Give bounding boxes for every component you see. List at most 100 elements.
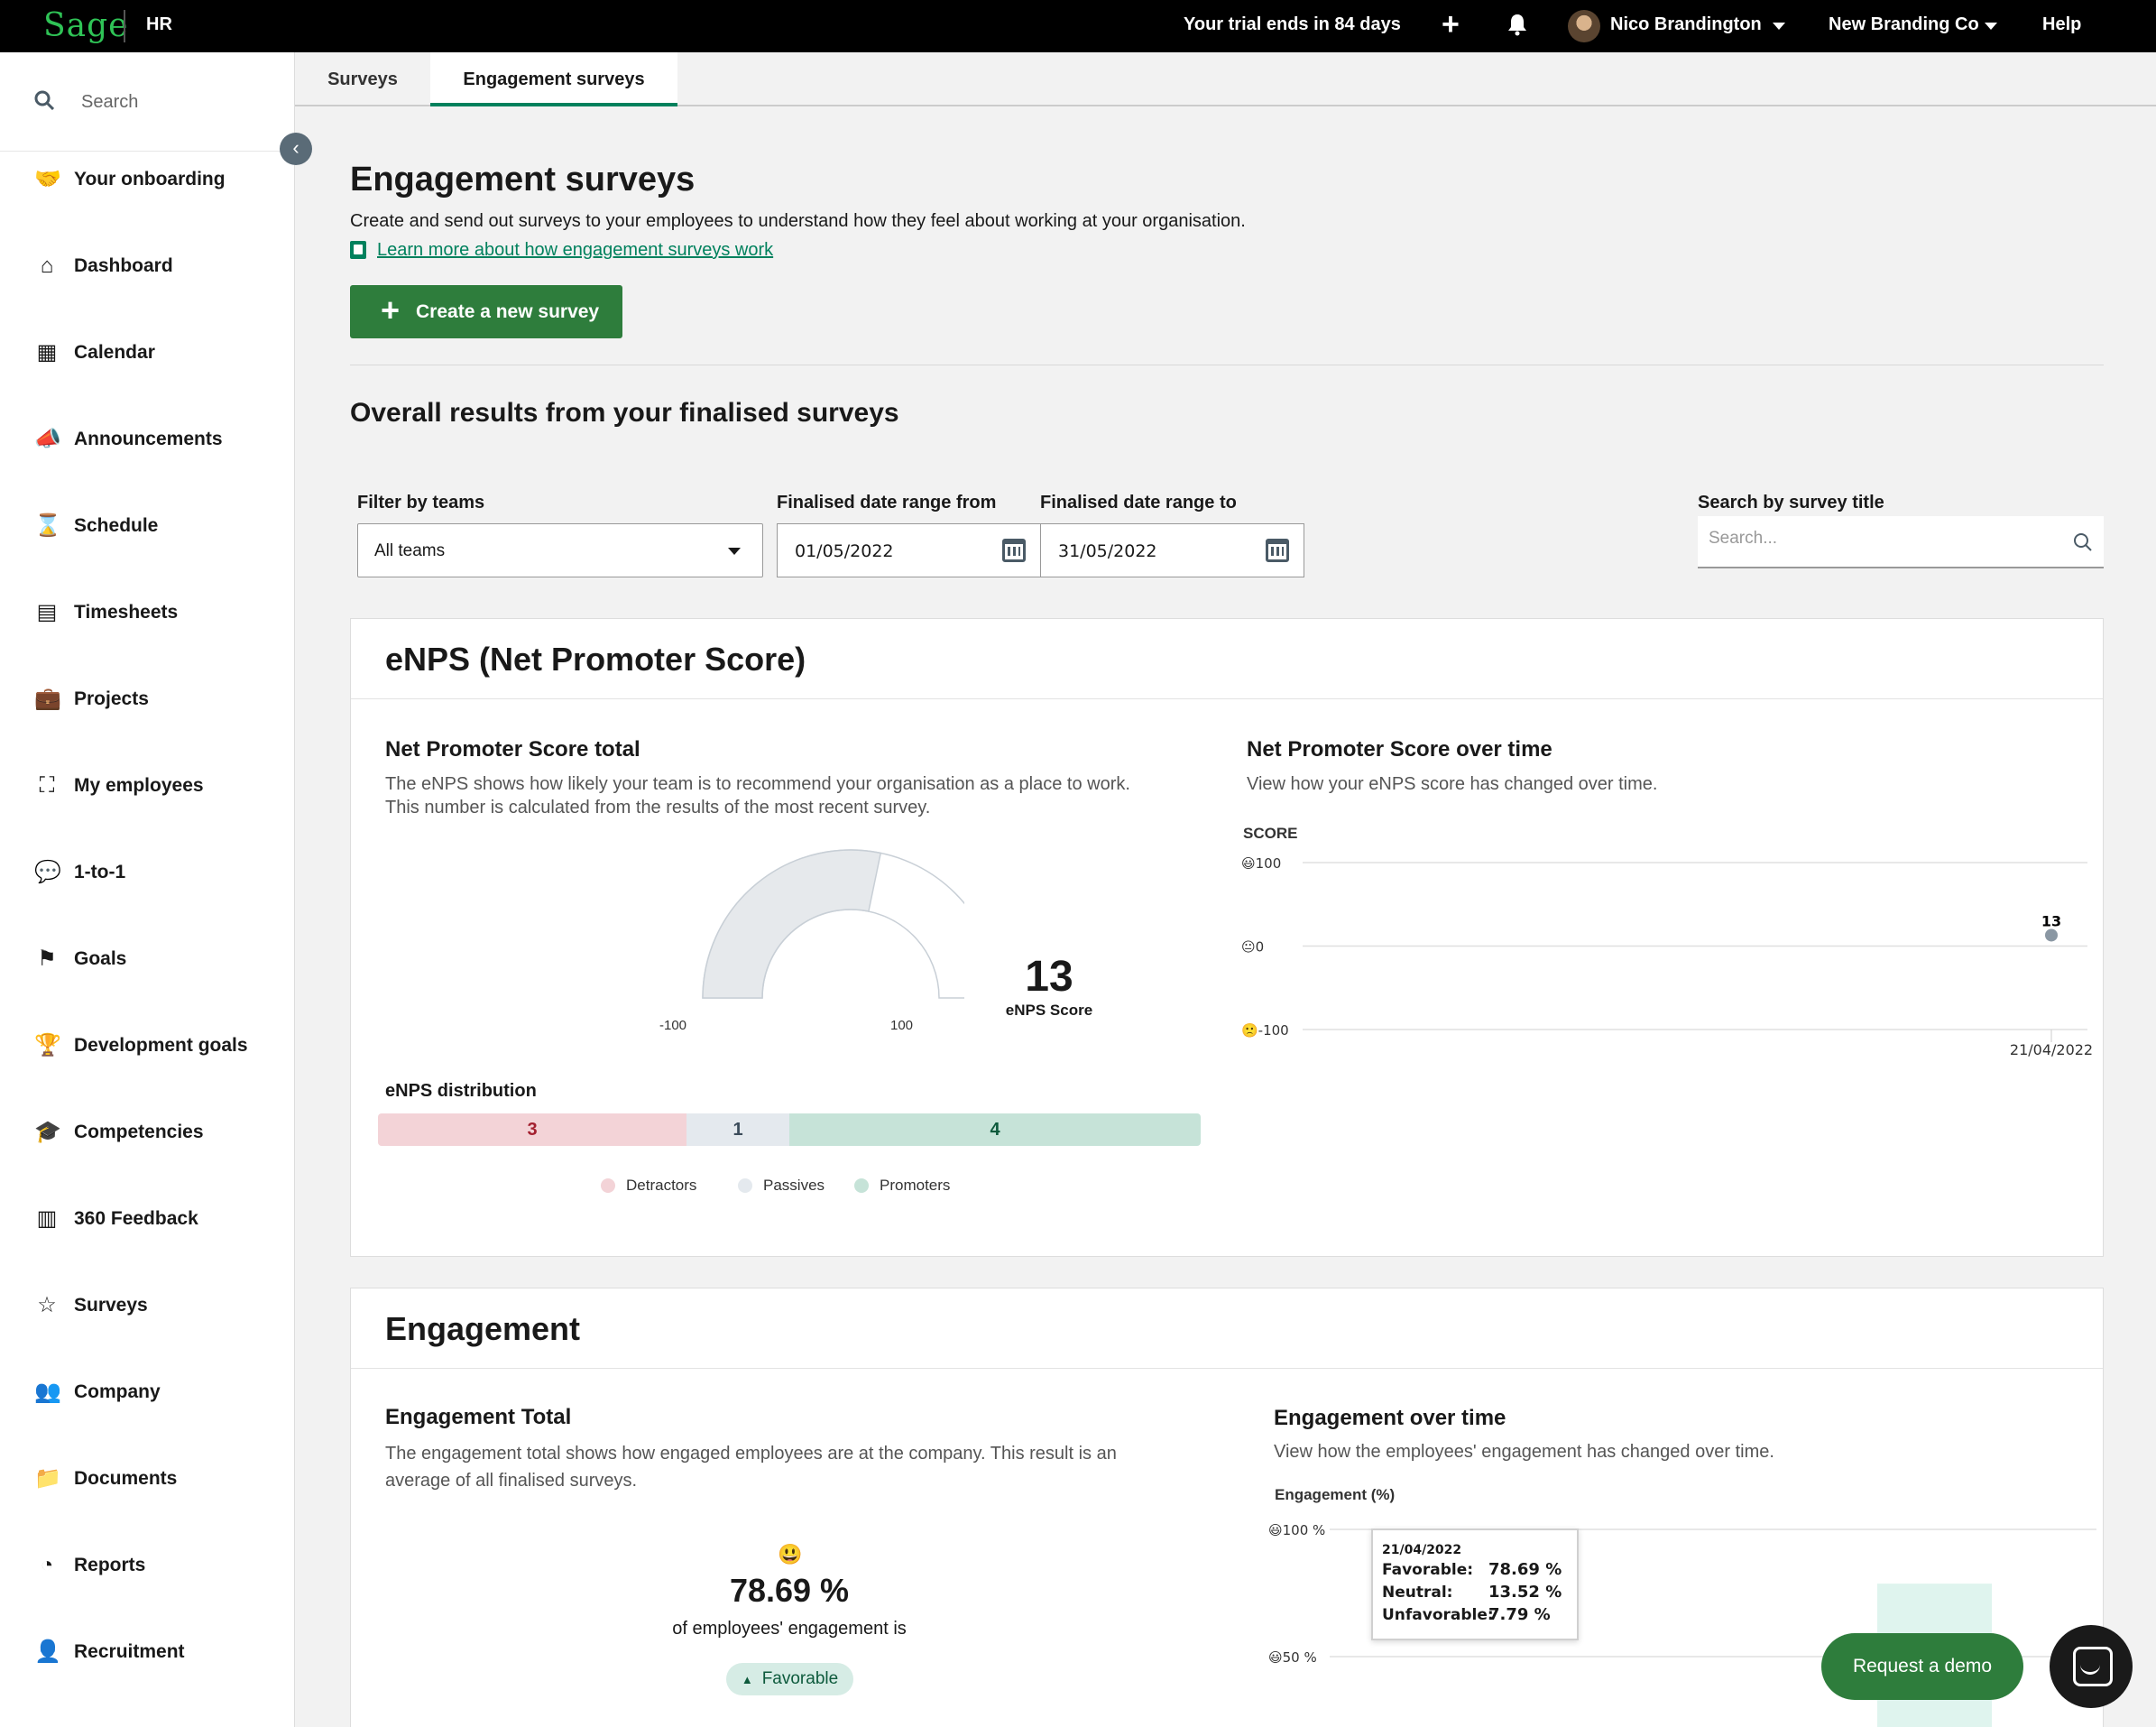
star-icon: ☆ bbox=[37, 1293, 57, 1317]
tooltip-date: 21/04/2022 bbox=[1382, 1543, 1462, 1557]
smiley-icon: 😃 bbox=[778, 1543, 803, 1565]
sidebar-item-announcements[interactable]: 📣 Announcements bbox=[0, 412, 294, 466]
enps-gauge bbox=[702, 849, 964, 999]
sidebar-item-label: Announcements bbox=[74, 429, 223, 449]
tooltip-unfavorable-value: 7.79 % bbox=[1488, 1605, 1551, 1624]
sidebar-item-1-to-1[interactable]: 💬 1-to-1 bbox=[0, 845, 294, 900]
sidebar-item-label: Your onboarding bbox=[74, 169, 226, 189]
plus-icon: + bbox=[381, 291, 401, 328]
sidebar-item-reports[interactable]: ◔ Reports bbox=[0, 1538, 294, 1593]
gauge-min-label: -100 bbox=[659, 1018, 687, 1033]
tab-surveys[interactable]: Surveys bbox=[295, 52, 430, 106]
date-from-label: Finalised date range from bbox=[777, 493, 997, 513]
trophy-icon: 🏆 bbox=[34, 1033, 61, 1057]
engagement-total-subtext: of employees' engagement is bbox=[672, 1619, 907, 1639]
results-title: Overall results from your finalised surv… bbox=[350, 398, 899, 428]
sidebar-item-surveys[interactable]: ☆ Surveys bbox=[0, 1279, 294, 1333]
create-survey-label: Create a new survey bbox=[416, 301, 600, 322]
sidebar-search[interactable]: Search bbox=[0, 52, 294, 152]
sidebar-item-calendar[interactable]: ▦ Calendar bbox=[0, 326, 294, 380]
search-icon bbox=[34, 90, 54, 110]
sidebar-item-schedule[interactable]: ⌛ Schedule bbox=[0, 499, 294, 553]
sidebar-item-label: Company bbox=[74, 1381, 161, 1402]
legend-promoters: Promoters bbox=[854, 1177, 950, 1195]
sidebar-item-label: 360 Feedback bbox=[74, 1208, 198, 1229]
company-chevron-down-icon[interactable] bbox=[1985, 23, 1997, 30]
enps-axis-title: SCORE bbox=[1243, 825, 1298, 842]
sidebar-item-documents[interactable]: 📁 Documents bbox=[0, 1452, 294, 1506]
enps-data-point[interactable] bbox=[2045, 928, 2058, 942]
sidebar-item-label: Goals bbox=[74, 948, 127, 969]
date-from-field[interactable]: 01/05/2022 bbox=[777, 523, 1041, 577]
org-chart-icon: ⛶ bbox=[39, 773, 55, 798]
survey-search-input[interactable] bbox=[1709, 529, 2051, 549]
page-description: Create and send out surveys to your empl… bbox=[350, 211, 1246, 231]
book-icon bbox=[350, 241, 366, 259]
gauge-max-label: 100 bbox=[890, 1018, 914, 1033]
sidebar-item-label: Documents bbox=[74, 1468, 178, 1489]
engagement-chart-tooltip: 21/04/2022 Favorable: 78.69 % Neutral: 1… bbox=[1371, 1528, 1579, 1640]
engagement-total-desc-line1: The engagement total shows how engaged e… bbox=[385, 1444, 1117, 1464]
hourglass-icon: ⌛ bbox=[34, 513, 61, 538]
request-demo-button[interactable]: Request a demo bbox=[1821, 1633, 2023, 1700]
sidebar-item-competencies[interactable]: 🎓 Competencies bbox=[0, 1105, 294, 1159]
create-survey-button[interactable]: + Create a new survey bbox=[350, 285, 622, 338]
engagement-card-header: Engagement bbox=[351, 1288, 2103, 1369]
filter-teams-value: All teams bbox=[374, 541, 446, 560]
sidebar-item-development-goals[interactable]: 🏆 Development goals bbox=[0, 1019, 294, 1073]
quick-add-icon[interactable]: + bbox=[1442, 9, 1460, 40]
filter-teams-select[interactable]: All teams bbox=[357, 523, 763, 577]
date-to-label: Finalised date range to bbox=[1040, 493, 1237, 513]
company-switcher[interactable]: New Branding Co bbox=[1829, 14, 1979, 35]
pie-chart-icon: ◔ bbox=[40, 1553, 54, 1577]
sidebar-item-dashboard[interactable]: ⌂ Dashboard bbox=[0, 239, 294, 293]
sidebar-item-label: Projects bbox=[74, 688, 149, 709]
user-menu[interactable]: Nico Brandington bbox=[1610, 14, 1762, 35]
user-menu-chevron-down-icon[interactable] bbox=[1773, 23, 1785, 30]
help-link[interactable]: Help bbox=[2042, 14, 2081, 35]
enps-card-header: eNPS (Net Promoter Score) bbox=[351, 619, 2103, 699]
tab-engagement-surveys[interactable]: Engagement surveys bbox=[430, 52, 677, 106]
y-tick-label: 😃100 bbox=[1241, 855, 1281, 872]
legend-passives: Passives bbox=[738, 1177, 825, 1195]
search-icon[interactable] bbox=[2073, 532, 2093, 552]
learn-more-link[interactable]: Learn more about how engagement surveys … bbox=[377, 240, 773, 261]
tooltip-favorable-label: Favorable: bbox=[1382, 1561, 1474, 1579]
briefcase-icon: 💼 bbox=[34, 687, 61, 711]
sage-logo[interactable]: Sage bbox=[43, 7, 128, 44]
engagement-card-title: Engagement bbox=[385, 1310, 581, 1347]
calendar-icon[interactable] bbox=[1002, 539, 1026, 562]
date-to-field[interactable]: 31/05/2022 bbox=[1040, 523, 1304, 577]
enps-score-value: 13 bbox=[1025, 953, 1073, 1001]
tooltip-unfavorable-label: Unfavorable: bbox=[1382, 1606, 1494, 1624]
chevron-down-icon bbox=[728, 548, 741, 555]
enps-distribution-bar: 314 bbox=[378, 1113, 1201, 1146]
engagement-over-time-title: Engagement over time bbox=[1274, 1406, 1506, 1430]
collapse-sidebar-button[interactable]: ‹ bbox=[280, 133, 312, 165]
sidebar-item-your-onboarding[interactable]: 🤝 Your onboarding bbox=[0, 152, 294, 207]
x-tick-label: 21/04/2022 bbox=[2010, 1041, 2093, 1058]
sidebar-item-goals[interactable]: ⚑ Goals bbox=[0, 932, 294, 986]
user-avatar[interactable] bbox=[1568, 10, 1600, 42]
distribution-segment-detractors: 3 bbox=[378, 1113, 686, 1146]
sidebar-search-input[interactable]: Search bbox=[81, 92, 138, 113]
sidebar-item-projects[interactable]: 💼 Projects bbox=[0, 672, 294, 726]
trial-notice[interactable]: Your trial ends in 84 days bbox=[1184, 14, 1401, 35]
legend-passives-label: Passives bbox=[763, 1177, 825, 1194]
page-title: Engagement surveys bbox=[350, 161, 696, 199]
tab-bar: Surveys Engagement surveys bbox=[295, 52, 2156, 106]
calendar-icon[interactable] bbox=[1266, 539, 1289, 562]
date-from-value: 01/05/2022 bbox=[795, 541, 894, 561]
sidebar-item-recruitment[interactable]: 👤 Recruitment bbox=[0, 1625, 294, 1679]
sidebar-item-my-employees[interactable]: ⛶ My employees bbox=[0, 759, 294, 813]
user-plus-icon: 👤 bbox=[34, 1639, 61, 1664]
sidebar-item-360-feedback[interactable]: ▥ 360 Feedback bbox=[0, 1192, 294, 1246]
handshake-icon: 🤝 bbox=[34, 167, 61, 191]
sidebar-item-company[interactable]: 👥 Company bbox=[0, 1365, 294, 1419]
megaphone-icon: 📣 bbox=[34, 427, 61, 451]
chat-launcher-icon[interactable] bbox=[2050, 1625, 2133, 1708]
engagement-total-desc-line2: average of all finalised surveys. bbox=[385, 1471, 638, 1491]
sidebar-item-timesheets[interactable]: ▤ Timesheets bbox=[0, 586, 294, 640]
notifications-bell-icon[interactable] bbox=[1506, 13, 1528, 36]
legend-detractors: Detractors bbox=[601, 1177, 696, 1195]
